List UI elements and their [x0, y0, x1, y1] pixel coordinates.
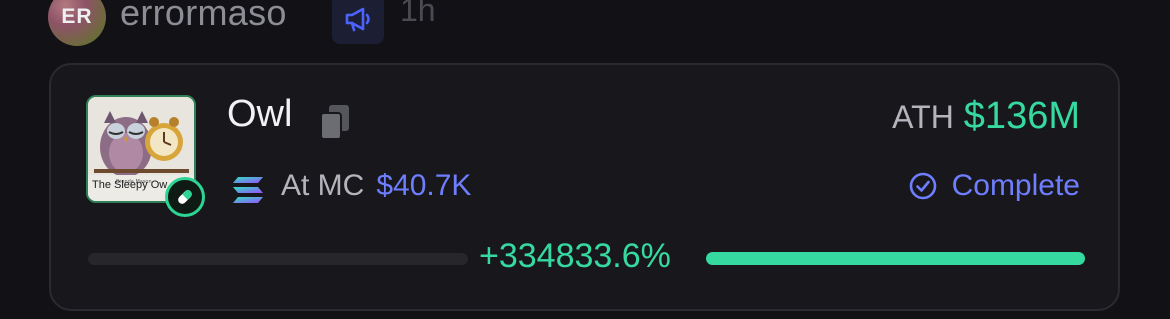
post-root: ER errormaso 1h Brenda Mason The Sleepy … [0, 0, 1170, 319]
megaphone-glyph [345, 7, 370, 32]
mc-label: At MC [281, 169, 365, 202]
username[interactable]: errormaso [120, 0, 287, 34]
token-card[interactable]: Brenda Mason The Sleepy Ow Owl ATH $136M [49, 63, 1120, 311]
status-label: Complete [951, 169, 1080, 202]
ath-value: $136M [963, 95, 1080, 137]
post-time: 1h [400, 0, 436, 28]
solana-icon [233, 177, 263, 203]
check-circle-icon [909, 172, 936, 200]
ath-label: ATH [892, 99, 954, 135]
megaphone-icon[interactable] [332, 0, 384, 44]
copy-icon[interactable] [319, 103, 353, 141]
avatar[interactable]: ER [48, 0, 106, 46]
ath-stat: ATH $136M [892, 95, 1080, 138]
token-name[interactable]: Owl [227, 93, 292, 136]
pill-glyph [178, 190, 192, 204]
post-header: ER errormaso 1h [48, 0, 648, 46]
progress-fill [706, 252, 1085, 265]
progress-track [88, 253, 468, 265]
gain-percent: +334833.6% [479, 237, 671, 275]
status-badge: Complete [908, 169, 1080, 203]
pill-icon [165, 177, 205, 217]
mc-value: $40.7K [376, 169, 472, 202]
market-cap: At MC $40.7K [281, 169, 471, 203]
